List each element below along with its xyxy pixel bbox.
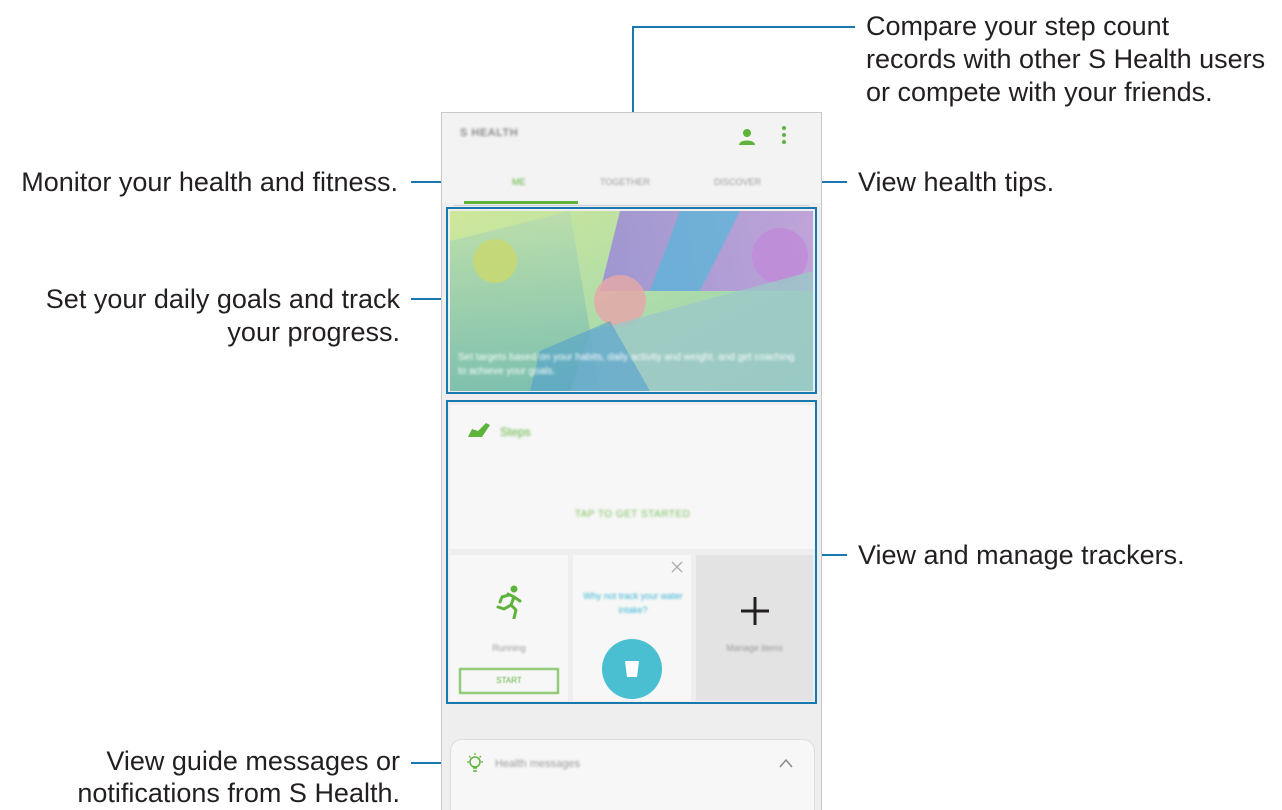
profile-icon[interactable] [738,128,756,146]
app-title: S HEALTH [460,127,519,139]
callout-guide-line-2: notifications from S Health. [77,778,400,808]
app-bar: S HEALTH [442,113,821,157]
callout-compare-line-1: Compare your step count [866,11,1170,41]
callout-monitor: Monitor your health and fitness. [21,167,398,197]
callout-trackers: View and manage trackers. [858,540,1185,570]
health-messages-label: Health messages [495,758,580,770]
callout-goals: Set your daily goals and track your prog… [0,283,400,349]
tab-together[interactable]: Together [600,177,650,187]
hero-highlight-box [446,207,817,394]
health-messages-bar[interactable]: Health messages [450,739,815,810]
trackers-highlight-box [446,400,817,704]
callout-guide-line-1: View guide messages or [106,746,400,776]
callout-goals-line-1: Set your daily goals and track [45,284,400,314]
lightbulb-icon [467,753,483,772]
callout-compare-line-3: or compete with your friends. [866,77,1213,107]
tab-bar: Me Together Discover [442,157,821,206]
tab-me[interactable]: Me [512,177,526,187]
more-vertical-icon[interactable] [781,126,787,146]
callout-compare-line-h [632,26,855,28]
tab-divider [454,205,809,206]
callout-compare-line-2: records with other S Health users [866,44,1266,74]
callout-guide: View guide messages or notifications fro… [0,745,400,809]
tab-active-indicator [464,201,578,204]
chevron-up-icon[interactable] [779,758,793,768]
tab-discover[interactable]: Discover [714,177,761,187]
callout-goals-line-2: your progress. [227,317,400,347]
callout-compare: Compare your step count records with oth… [866,10,1265,109]
callout-tips: View health tips. [858,167,1055,197]
